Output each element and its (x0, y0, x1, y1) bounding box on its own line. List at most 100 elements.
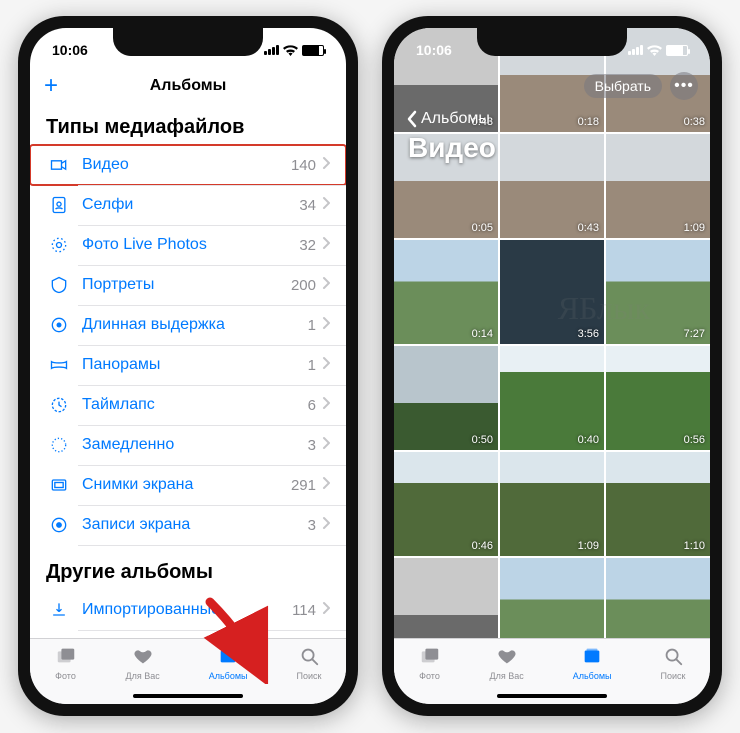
album-row-portrait[interactable]: Портреты200 (30, 265, 346, 305)
add-button[interactable]: + (44, 72, 58, 100)
album-row-hidden[interactable]: Скрытые3 (30, 630, 346, 638)
battery-icon (666, 45, 688, 56)
slomo-icon (46, 435, 72, 455)
album-row-screenshot[interactable]: Снимки экрана291 (30, 465, 346, 505)
chevron-right-icon (322, 516, 330, 535)
album-row-video[interactable]: Видео140 (30, 145, 346, 185)
album-row-import[interactable]: Импортированные114 (30, 590, 346, 630)
row-label: Таймлапс (82, 396, 308, 414)
chevron-right-icon (322, 601, 330, 620)
status-time: 10:06 (416, 42, 452, 58)
grid-title: Видео (394, 130, 710, 172)
search-icon (662, 645, 684, 669)
thumbnail-duration: 3:56 (578, 328, 599, 340)
album-row-screenrec[interactable]: Записи экрана3 (30, 505, 346, 545)
tab-search[interactable]: Поиск (297, 645, 322, 681)
video-thumbnail[interactable]: 1:10 (606, 452, 710, 556)
video-thumbnail[interactable]: 1:09 (500, 452, 604, 556)
tab-label: Альбомы (209, 671, 248, 681)
thumbnail-duration: 1:09 (578, 540, 599, 552)
screenshot-icon (46, 475, 72, 495)
section-other-albums: Другие альбомы (30, 551, 346, 590)
row-count: 34 (299, 197, 316, 214)
tab-photos[interactable]: Фото (419, 645, 441, 681)
chevron-right-icon (322, 356, 330, 375)
album-row-slomo[interactable]: Замедленно3 (30, 425, 346, 465)
row-label: Селфи (82, 196, 299, 214)
status-bar: 10:06 (30, 28, 346, 66)
tab-photos[interactable]: Фото (55, 645, 77, 681)
timelapse-icon (46, 395, 72, 415)
foryou-icon (132, 645, 154, 669)
chevron-right-icon (322, 396, 330, 415)
row-count: 140 (291, 157, 316, 174)
import-icon (46, 600, 72, 620)
signal-icon (628, 45, 643, 55)
wifi-icon (647, 45, 662, 56)
row-label: Импортированные (82, 601, 292, 619)
row-count: 291 (291, 477, 316, 494)
video-thumbnail[interactable]: 0:50 (394, 346, 498, 450)
chevron-right-icon (322, 316, 330, 335)
live-icon (46, 235, 72, 255)
chevron-right-icon (322, 196, 330, 215)
tab-search[interactable]: Поиск (661, 645, 686, 681)
tab-label: Для Вас (126, 671, 160, 681)
home-indicator[interactable] (497, 694, 607, 698)
row-count: 1 (308, 317, 316, 334)
row-count: 3 (308, 437, 316, 454)
row-label: Снимки экрана (82, 476, 291, 494)
thumbnail-duration: 1:10 (684, 540, 705, 552)
video-thumbnail[interactable]: 0:56 (606, 346, 710, 450)
albums-list: Типы медиафайлов Видео140Селфи34Фото Liv… (30, 106, 346, 638)
thumbnail-duration: 1:09 (684, 222, 705, 234)
row-label: Видео (82, 156, 291, 174)
thumbnail-duration: 0:46 (472, 540, 493, 552)
phone-left: 10:06 + Альбомы Типы медиафайлов Видео14… (18, 16, 358, 716)
signal-icon (264, 45, 279, 55)
chevron-right-icon (322, 436, 330, 455)
thumbnail-duration: 0:14 (472, 328, 493, 340)
select-button[interactable]: Выбрать (584, 74, 662, 98)
tab-label: Альбомы (573, 671, 612, 681)
tab-albums[interactable]: Альбомы (209, 645, 248, 681)
album-row-longexp[interactable]: Длинная выдержка1 (30, 305, 346, 345)
back-label: Альбомы (421, 110, 490, 128)
tab-label: Фото (55, 671, 76, 681)
row-label: Замедленно (82, 436, 308, 454)
video-icon (46, 155, 72, 175)
photos-icon (419, 645, 441, 669)
video-thumbnail[interactable]: 0:10 (606, 558, 710, 638)
album-row-live[interactable]: Фото Live Photos32 (30, 225, 346, 265)
chevron-left-icon (406, 110, 418, 128)
video-thumbnail[interactable]: 0:15 (500, 558, 604, 638)
tab-foryou[interactable]: Для Вас (490, 645, 524, 681)
video-thumbnail[interactable]: 7:27 (606, 240, 710, 344)
album-row-pano[interactable]: Панорамы1 (30, 345, 346, 385)
nav-title: Альбомы (150, 77, 227, 95)
phone-right: 0:430:180:380:050:431:090:143:567:270:50… (382, 16, 722, 716)
video-thumbnail[interactable]: 0:14 (394, 240, 498, 344)
portrait-icon (46, 275, 72, 295)
tab-foryou[interactable]: Для Вас (126, 645, 160, 681)
video-thumbnail[interactable]: 0:46 (394, 452, 498, 556)
album-row-timelapse[interactable]: Таймлапс6 (30, 385, 346, 425)
tab-label: Фото (419, 671, 440, 681)
video-thumbnail[interactable]: 1:25 (394, 558, 498, 638)
chevron-right-icon (322, 276, 330, 295)
notch (477, 28, 627, 56)
screenrec-icon (46, 515, 72, 535)
navbar-albums: + Альбомы (30, 66, 346, 106)
battery-icon (302, 45, 324, 56)
row-count: 200 (291, 277, 316, 294)
pano-icon (46, 355, 72, 375)
video-thumbnail[interactable]: 3:56 (500, 240, 604, 344)
home-indicator[interactable] (133, 694, 243, 698)
more-button[interactable]: ••• (670, 72, 698, 100)
tab-albums[interactable]: Альбомы (573, 645, 612, 681)
thumbnail-duration: 0:40 (578, 434, 599, 446)
album-row-selfie[interactable]: Селфи34 (30, 185, 346, 225)
row-label: Записи экрана (82, 516, 308, 534)
video-thumbnail[interactable]: 0:40 (500, 346, 604, 450)
selfie-icon (46, 195, 72, 215)
